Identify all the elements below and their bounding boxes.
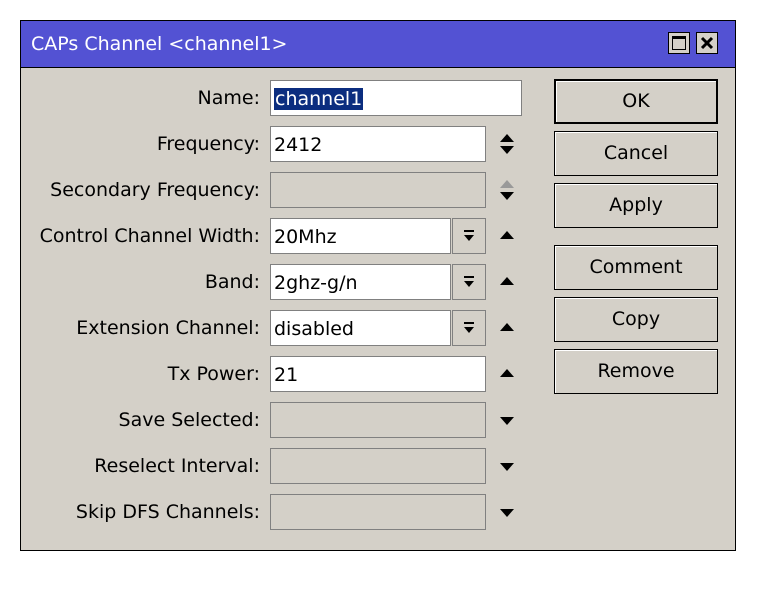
- apply-button[interactable]: Apply: [554, 183, 718, 228]
- triangle-down-icon: [500, 463, 514, 471]
- skip-dfs-channels-expand[interactable]: [497, 494, 517, 530]
- extension-channel-dropdown-button[interactable]: [452, 310, 486, 346]
- cancel-button[interactable]: Cancel: [554, 131, 718, 176]
- skip-dfs-channels-label: Skip DFS Channels:: [75, 501, 260, 523]
- dropdown-arrow-icon: [464, 276, 474, 287]
- remove-button[interactable]: Remove: [554, 349, 718, 394]
- name-input[interactable]: channel1: [270, 80, 522, 116]
- dropdown-arrow-icon: [464, 230, 474, 241]
- band-dropdown-button[interactable]: [452, 264, 486, 300]
- name-label: Name:: [197, 87, 260, 109]
- secondary-frequency-input[interactable]: [270, 172, 486, 208]
- band-collapse[interactable]: [497, 264, 517, 300]
- skip-dfs-channels-input[interactable]: [270, 494, 486, 530]
- dropdown-arrow-icon: [464, 322, 474, 333]
- triangle-up-icon: [500, 323, 514, 331]
- close-button[interactable]: [696, 32, 718, 54]
- window-title: CAPs Channel <channel1>: [31, 33, 288, 55]
- save-selected-expand[interactable]: [497, 402, 517, 438]
- reselect-interval-label: Reselect Interval:: [94, 455, 260, 477]
- extension-channel-label: Extension Channel:: [76, 317, 260, 339]
- triangle-down-icon: [500, 509, 514, 517]
- tx-power-label: Tx Power:: [167, 363, 260, 385]
- control-channel-width-dropdown-button[interactable]: [452, 218, 486, 254]
- ok-button[interactable]: OK: [554, 79, 718, 124]
- reselect-interval-expand[interactable]: [497, 448, 517, 484]
- control-channel-width-select[interactable]: 20Mhz: [270, 218, 451, 254]
- save-selected-input[interactable]: [270, 402, 486, 438]
- frequency-label: Frequency:: [156, 133, 260, 155]
- triangle-up-icon: [500, 231, 514, 239]
- caps-channel-dialog: CAPs Channel <channel1> Name: channel1 F…: [20, 20, 736, 551]
- tx-power-collapse[interactable]: [497, 356, 517, 392]
- title-bar[interactable]: CAPs Channel <channel1>: [21, 21, 735, 68]
- reselect-interval-input[interactable]: [270, 448, 486, 484]
- maximize-button[interactable]: [668, 32, 690, 54]
- up-down-arrows-icon: [500, 134, 514, 154]
- name-value: channel1: [274, 88, 364, 110]
- triangle-up-icon: [500, 369, 514, 377]
- frequency-spinner[interactable]: [497, 126, 517, 162]
- frequency-value: 2412: [274, 134, 323, 156]
- secondary-frequency-label: Secondary Frequency:: [50, 179, 260, 201]
- control-channel-width-label: Control Channel Width:: [39, 225, 260, 247]
- band-label: Band:: [204, 271, 260, 293]
- copy-button[interactable]: Copy: [554, 297, 718, 342]
- extension-channel-collapse[interactable]: [497, 310, 517, 346]
- save-selected-label: Save Selected:: [118, 409, 260, 431]
- extension-channel-select[interactable]: disabled: [270, 310, 451, 346]
- secondary-frequency-spinner[interactable]: [497, 172, 517, 208]
- close-icon: [700, 36, 714, 50]
- frequency-input[interactable]: 2412: [270, 126, 486, 162]
- up-down-arrows-icon: [500, 180, 514, 200]
- triangle-down-icon: [500, 417, 514, 425]
- band-select[interactable]: 2ghz-g/n: [270, 264, 451, 300]
- tx-power-input[interactable]: 21: [270, 356, 486, 392]
- control-channel-width-collapse[interactable]: [497, 218, 517, 254]
- triangle-up-icon: [500, 277, 514, 285]
- comment-button[interactable]: Comment: [554, 245, 718, 290]
